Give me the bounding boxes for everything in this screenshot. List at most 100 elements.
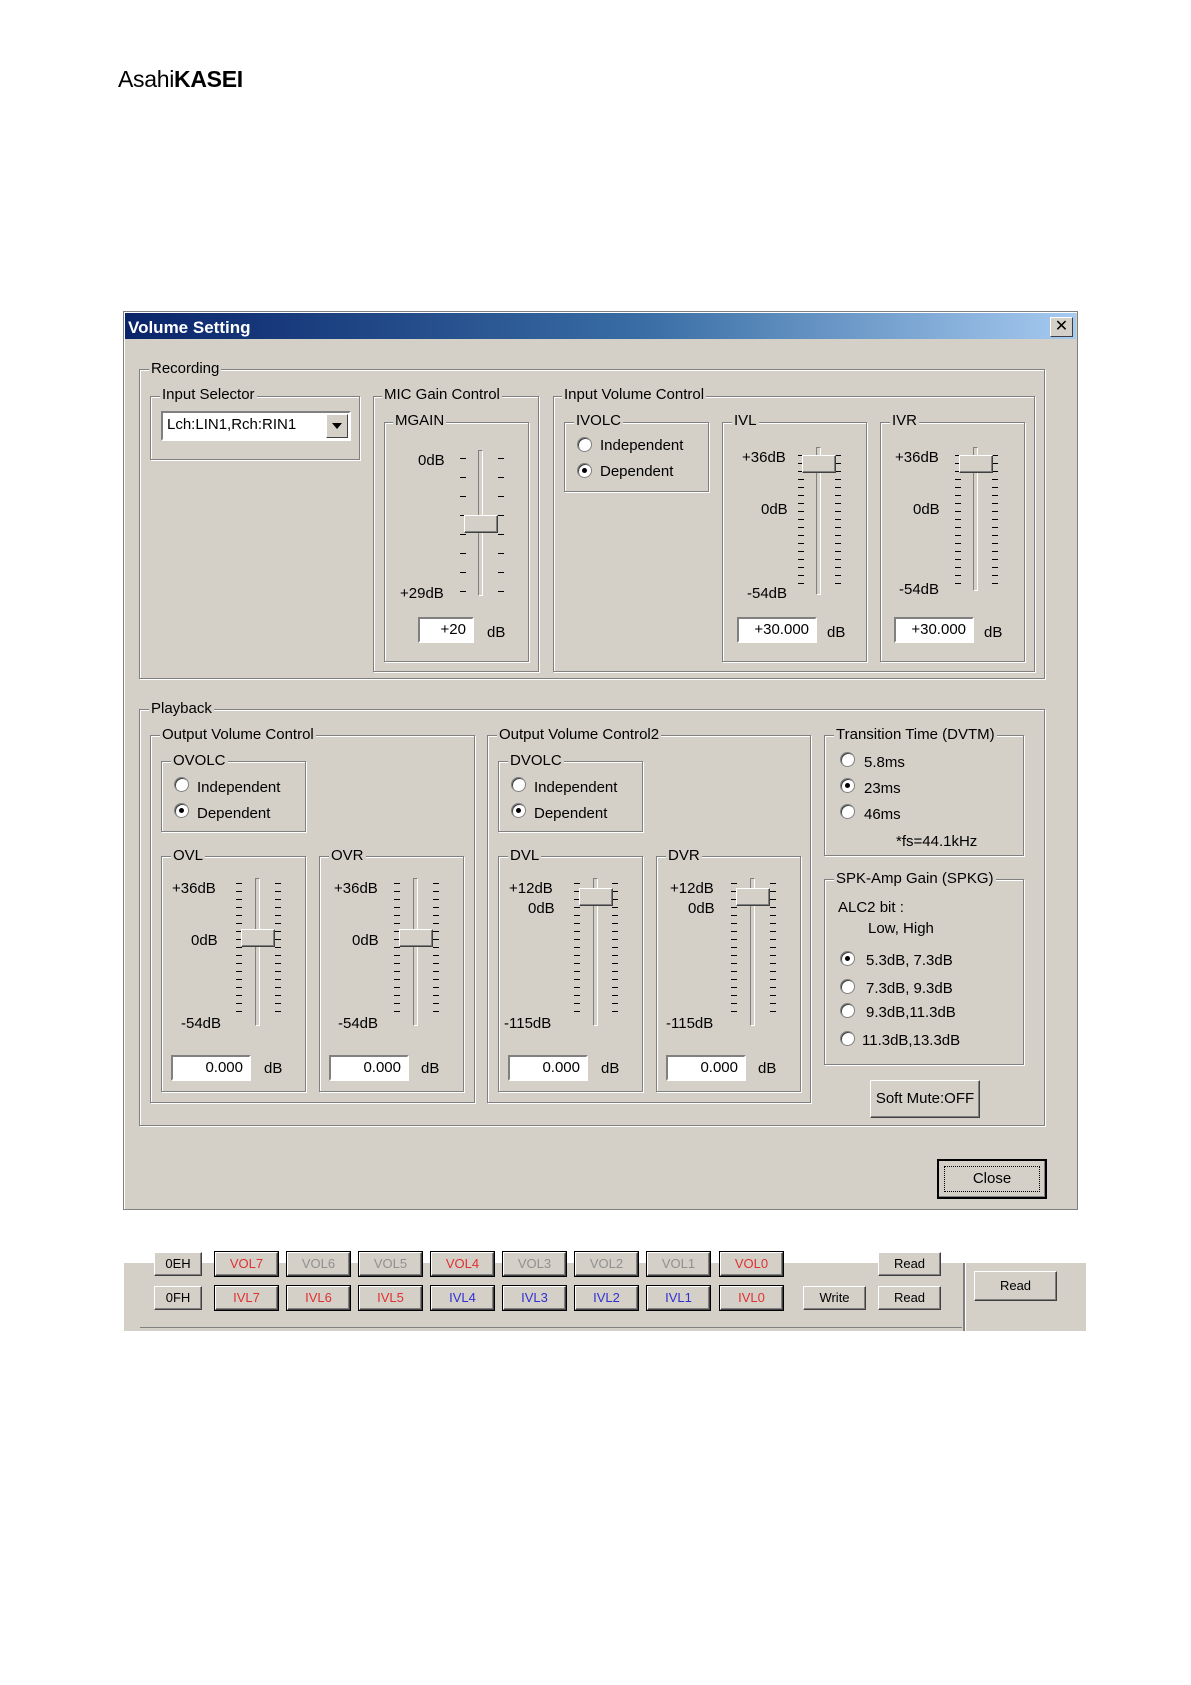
side-read-button[interactable]: Read: [974, 1271, 1057, 1301]
ivolc-dependent-radio[interactable]: [577, 463, 592, 478]
ivl0-bit-button[interactable]: IVL0: [720, 1286, 783, 1310]
ovr-value-field[interactable]: 0.000: [329, 1055, 409, 1081]
playback-label: Playback: [149, 700, 214, 717]
focus-rect: [944, 1166, 1040, 1192]
mgain-slider-thumb[interactable]: [464, 515, 498, 533]
ivr-unit: dB: [984, 624, 1003, 641]
ivl4-bit-button[interactable]: IVL4: [431, 1286, 494, 1310]
addr-0eh-button[interactable]: 0EH: [154, 1252, 202, 1276]
vol6-bit-button[interactable]: VOL6: [287, 1252, 350, 1276]
dvr-bottom-label: -115dB: [666, 1015, 714, 1032]
ovolc-label: OVOLC: [171, 752, 228, 769]
ivolc-independent-radio[interactable]: [577, 437, 592, 452]
ovolc-independent-radio[interactable]: [174, 777, 189, 792]
ivr-ticks-right: [992, 455, 998, 587]
ivl5-bit-button[interactable]: IVL5: [359, 1286, 422, 1310]
chevron-down-icon[interactable]: [326, 414, 348, 438]
ovolc-dependent-radio[interactable]: [174, 803, 189, 818]
dvolc-label: DVOLC: [508, 752, 564, 769]
asahi-kasei-logo: AsahiKASEI: [118, 66, 243, 92]
alc2-bit-label: ALC2 bit :: [838, 899, 904, 916]
dvtm-option-3: 46ms: [864, 806, 901, 823]
ivr-slider-thumb[interactable]: [959, 455, 993, 473]
dvolc-dependent-radio[interactable]: [511, 803, 526, 818]
dvtm-radio-2[interactable]: [840, 778, 855, 793]
mgain-unit: dB: [487, 624, 506, 641]
spkg-radio-1[interactable]: [840, 951, 855, 966]
addr-0fh-button[interactable]: 0FH: [154, 1286, 202, 1310]
dialog-title: Volume Setting: [128, 318, 251, 337]
strip-separator: [963, 1263, 965, 1331]
spkg-option-1: 5.3dB, 7.3dB: [866, 952, 953, 969]
spkg-radio-2[interactable]: [840, 979, 855, 994]
dvr-slider-thumb[interactable]: [736, 888, 770, 906]
ivl-slider-thumb[interactable]: [802, 455, 836, 473]
ivl6-bit-button[interactable]: IVL6: [287, 1286, 350, 1310]
dvl-value-field[interactable]: 0.000: [508, 1055, 588, 1081]
ivl2-bit-button[interactable]: IVL2: [575, 1286, 638, 1310]
vol4-bit-button[interactable]: VOL4: [431, 1252, 494, 1276]
spkg-radio-4[interactable]: [840, 1031, 855, 1046]
soft-mute-button[interactable]: Soft Mute:OFF: [870, 1080, 980, 1118]
ivr-value-field[interactable]: +30.000: [894, 617, 974, 643]
write-0fh-button[interactable]: Write: [803, 1286, 866, 1310]
ivl-mid-label: 0dB: [761, 501, 788, 518]
dvtm-option-2: 23ms: [864, 780, 901, 797]
ovr-mid-label: 0dB: [352, 932, 379, 949]
ovl-bottom-label: -54dB: [181, 1015, 222, 1032]
mgain-bottom-label: +29dB: [400, 585, 444, 602]
vol5-bit-button[interactable]: VOL5: [359, 1252, 422, 1276]
ovolc-dependent-label: Dependent: [197, 805, 271, 822]
alc2-low-high-label: Low, High: [868, 920, 934, 937]
read-0eh-button[interactable]: Read: [878, 1252, 941, 1276]
ovr-top-label: +36dB: [334, 880, 378, 897]
close-icon[interactable]: ✕: [1050, 317, 1073, 337]
ivl-ticks-right: [835, 455, 841, 591]
ivl1-bit-button[interactable]: IVL1: [647, 1286, 710, 1310]
mgain-top-label: 0dB: [418, 452, 445, 469]
ovr-unit: dB: [421, 1060, 440, 1077]
input-selector-value: Lch:LIN1,Rch:RIN1: [167, 416, 297, 433]
ivolc-dependent-label: Dependent: [600, 463, 674, 480]
dvolc-independent-radio[interactable]: [511, 777, 526, 792]
dvtm-radio-1[interactable]: [840, 752, 855, 767]
ivl3-bit-button[interactable]: IVL3: [503, 1286, 566, 1310]
ivl-value-field[interactable]: +30.000: [737, 617, 817, 643]
vol7-bit-button[interactable]: VOL7: [215, 1252, 278, 1276]
read-0fh-button[interactable]: Read: [878, 1286, 941, 1310]
mic-gain-label: MIC Gain Control: [382, 386, 502, 403]
vol0-bit-button[interactable]: VOL0: [720, 1252, 783, 1276]
dvr-ticks-right: [770, 883, 776, 1019]
vol3-bit-button[interactable]: VOL3: [503, 1252, 566, 1276]
vol1-bit-button[interactable]: VOL1: [647, 1252, 710, 1276]
ovl-unit: dB: [264, 1060, 283, 1077]
ivr-ticks-left: [955, 455, 961, 587]
dvr-top-label: +12dB: [670, 880, 714, 897]
ivl7-bit-button[interactable]: IVL7: [215, 1286, 278, 1310]
dvr-value-field[interactable]: 0.000: [666, 1055, 746, 1081]
mgain-ticks-right: [498, 458, 504, 592]
dvtm-radio-3[interactable]: [840, 804, 855, 819]
dvr-label: DVR: [666, 847, 702, 864]
ivr-bottom-label: -54dB: [899, 581, 940, 598]
ivl-label: IVL: [732, 412, 759, 429]
mgain-value-field[interactable]: +20: [418, 617, 474, 643]
ovl-top-label: +36dB: [172, 880, 216, 897]
ovl-value-field[interactable]: 0.000: [171, 1055, 251, 1081]
ivr-mid-label: 0dB: [913, 501, 940, 518]
spkg-option-2: 7.3dB, 9.3dB: [866, 980, 953, 997]
mgain-label: MGAIN: [393, 412, 447, 429]
ivr-label: IVR: [890, 412, 920, 429]
vol2-bit-button[interactable]: VOL2: [575, 1252, 638, 1276]
ivr-top-label: +36dB: [895, 449, 939, 466]
dvl-slider-thumb[interactable]: [579, 888, 613, 906]
ovr-slider-thumb[interactable]: [399, 929, 433, 947]
ovr-label: OVR: [329, 847, 366, 864]
ivolc-group: [564, 422, 709, 492]
spk-amp-gain-label: SPK-Amp Gain (SPKG): [834, 870, 996, 887]
ovl-slider-thumb[interactable]: [241, 929, 275, 947]
dialog-titlebar: [125, 313, 1076, 339]
spkg-option-3: 9.3dB,11.3dB: [866, 1004, 956, 1021]
spkg-radio-3[interactable]: [840, 1003, 855, 1018]
close-button[interactable]: Close: [937, 1159, 1047, 1199]
